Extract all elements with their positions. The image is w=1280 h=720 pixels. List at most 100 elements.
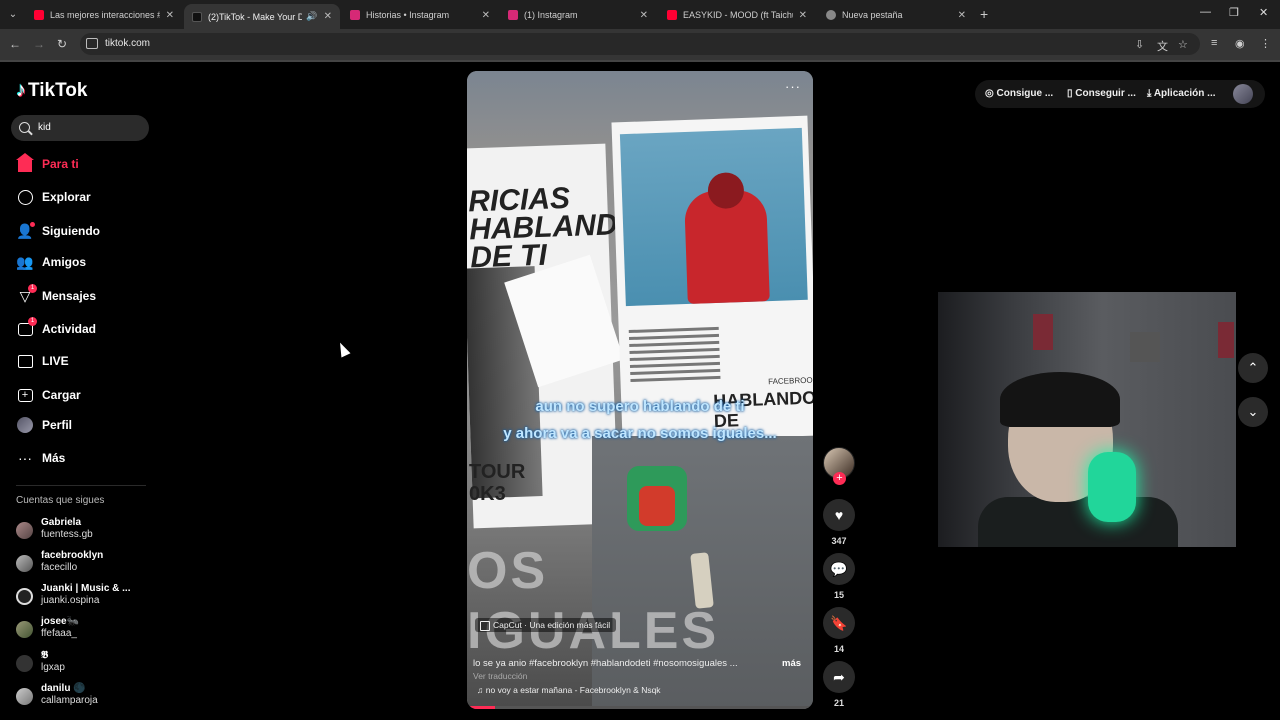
following-item[interactable]: josee🐜 ffefaaa_ [16,616,166,646]
tab-search-icon[interactable]: ⌄ [4,6,22,24]
desktop-app-button[interactable]: ⤓ Aplicación ... [1147,88,1216,99]
video-progress-fill [467,706,495,709]
translate-icon[interactable]: 文 [1157,38,1168,54]
tab-youtube-2[interactable]: EASYKID - MOOD (ft Taichu) - Y ✕ [659,4,815,26]
bookmark-star-icon[interactable]: ☆ [1178,38,1188,51]
instagram-icon [350,10,360,20]
nav-label: Siguiendo [42,224,100,238]
close-icon[interactable]: ✕ [640,10,648,21]
following-name: 𝕭 [41,650,49,661]
following-item[interactable]: danilu 🌑 callamparoja [16,683,166,713]
youtube-icon [34,10,44,20]
nav-para-ti[interactable]: Para ti [0,152,160,176]
close-icon[interactable]: ✕ [799,10,807,21]
close-icon[interactable]: ✕ [482,10,490,21]
following-name: Gabriela [41,517,82,528]
avatar [16,588,33,605]
nav-live[interactable]: LIVE [0,349,160,373]
previous-video-button[interactable]: ⌃ [1238,353,1268,383]
activity-badge: 1 [28,317,37,326]
install-app-icon[interactable]: ⇩ [1135,38,1144,51]
close-icon[interactable]: ✕ [166,10,174,21]
chevron-down-icon: ⌄ [1247,404,1259,419]
new-tab-button[interactable]: + [980,6,988,22]
address-bar[interactable]: tiktok.com ⇩ 文 ☆ [80,33,1200,55]
get-coins-button[interactable]: ◎ Consigue ... [985,88,1053,99]
tab-youtube-1[interactable]: Las mejores interacciones #13 | ✕ [26,4,182,26]
follow-plus-icon[interactable]: + [833,472,846,485]
avatar [16,621,33,638]
tab-instagram[interactable]: (1) Instagram ✕ [500,4,656,26]
menu-dots-icon[interactable]: ⋮ [1260,37,1271,50]
user-avatar[interactable] [1233,84,1253,104]
headset [1088,452,1136,522]
following-handle: facecillo [41,562,78,573]
more-options-icon[interactable]: ··· [785,79,801,94]
speaker-icon[interactable]: 🔊 [306,11,317,22]
webcam-overlay [938,292,1236,547]
nav-label: Para ti [42,157,79,171]
close-icon[interactable]: ✕ [958,10,966,21]
tiktok-logo[interactable]: ♪ TikTok [16,79,87,102]
capcut-badge[interactable]: CapCut · Una edición más fácil [475,618,617,632]
avatar [16,522,33,539]
browser-tab-bar: ⌄ Las mejores interacciones #13 | ✕ (2)T… [0,0,1280,29]
nav-mensajes[interactable]: ▽ 1 Mensajes [0,284,160,308]
translate-link[interactable]: Ver traducción [473,671,527,681]
tab-title: EASYKID - MOOD (ft Taichu) - Y [683,10,793,20]
tab-new[interactable]: Nueva pestaña ✕ [818,4,974,26]
instagram-icon [508,10,518,20]
more-link[interactable]: más [782,658,801,669]
video-player[interactable]: RICIAS HABLANDO DE TI FACEBROO HABLANDO … [467,71,813,709]
following-handle: ffefaaa_ [41,628,77,639]
profile-icon[interactable]: ◉ [1235,37,1245,50]
like-button[interactable]: ♥ [823,499,855,531]
poster-label: FACEBROO [768,375,813,387]
profile-avatar-icon [16,416,34,434]
close-icon[interactable]: ✕ [324,11,332,22]
nav-amigos[interactable]: 👥 Amigos [0,250,160,274]
video-progress-bar[interactable] [467,706,813,709]
following-item[interactable]: 𝕭 lgxap [16,650,166,680]
nav-cargar[interactable]: + Cargar [0,383,160,407]
tab-title: Nueva pestaña [842,10,903,20]
nav-explorar[interactable]: Explorar [0,185,160,209]
nav-siguiendo[interactable]: 👤 Siguiendo [0,219,160,243]
back-icon[interactable]: ← [9,37,21,51]
person-hair [1000,372,1120,427]
brand-name: TikTok [28,79,88,101]
avatar [16,688,33,705]
nav-mas[interactable]: ··· Más [0,446,160,470]
get-app-button[interactable]: ▯ Conseguir ... [1067,88,1136,99]
music-line[interactable]: ♫ no voy a estar mañana - Facebrooklyn &… [477,685,661,695]
search-input[interactable]: kid [11,115,149,141]
chevron-up-icon: ⌃ [1247,360,1259,375]
live-icon [16,352,34,370]
reload-icon[interactable]: ↻ [57,37,67,51]
tab-title: Las mejores interacciones #13 | [50,10,160,20]
minimize-icon[interactable]: — [1200,6,1211,18]
media-controls-icon[interactable]: ≡ [1211,37,1217,49]
restore-icon[interactable]: ❐ [1229,6,1239,19]
tab-instagram-stories[interactable]: Historias • Instagram ✕ [342,4,498,26]
poster-photo [619,127,808,307]
tiktok-note-icon: ♪ [16,79,26,101]
following-item[interactable]: Juanki | Music & ... juanki.ospina [16,583,166,613]
save-button[interactable]: 🔖 [823,607,855,639]
forward-icon[interactable]: → [33,37,45,51]
window-close-icon[interactable]: ✕ [1259,6,1268,19]
following-item[interactable]: facebrooklyn facecillo [16,550,166,580]
following-item[interactable]: Gabriela fuentess.gb [16,517,166,547]
tab-tiktok[interactable]: (2)TikTok - Make Your Day 🔊 ✕ [184,4,340,29]
share-icon: ➦ [833,668,845,685]
site-info-icon[interactable] [86,38,98,49]
share-button[interactable]: ➦ [823,661,855,693]
comment-button[interactable]: 💬 [823,553,855,585]
bookmark-icon: 🔖 [830,614,848,631]
nav-perfil[interactable]: Perfil [0,413,160,437]
next-video-button[interactable]: ⌄ [1238,397,1268,427]
nav-label: Cargar [42,388,81,402]
nav-label: Mensajes [42,289,97,303]
search-icon [19,122,30,133]
nav-actividad[interactable]: 1 Actividad [0,317,160,341]
